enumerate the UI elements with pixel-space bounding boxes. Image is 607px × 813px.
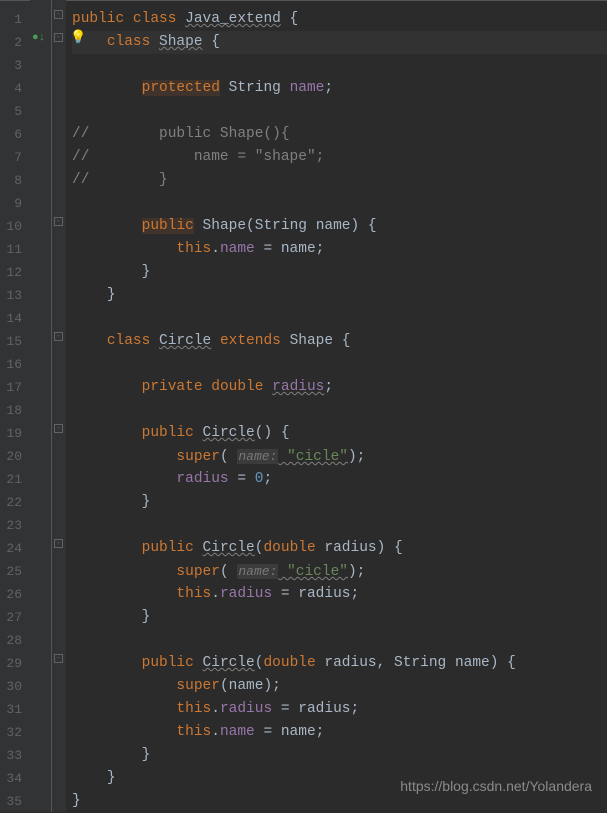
- code-line[interactable]: public class Java_extend {: [72, 8, 607, 31]
- code-editor[interactable]: 1 2 3 4 5 6 7 8 9 10 11 12 13 14 15 16 1…: [0, 0, 607, 812]
- line-number: 20: [0, 445, 30, 468]
- code-line[interactable]: this.radius = radius;: [72, 583, 607, 606]
- code-line[interactable]: // name = "shape";: [72, 146, 607, 169]
- code-line[interactable]: super( name: "cicle");: [72, 560, 607, 583]
- code-line[interactable]: // }: [72, 169, 607, 192]
- code-line[interactable]: [72, 353, 607, 376]
- fold-toggle-icon[interactable]: -: [54, 539, 63, 548]
- line-number: 21: [0, 468, 30, 491]
- fold-gutter: - - - - - - -: [52, 0, 66, 812]
- code-line[interactable]: }: [72, 744, 607, 767]
- line-number: 11: [0, 238, 30, 261]
- code-line[interactable]: radius = 0;: [72, 468, 607, 491]
- fold-toggle-icon[interactable]: -: [54, 217, 63, 226]
- code-line[interactable]: }: [72, 284, 607, 307]
- line-number: 2: [0, 31, 30, 54]
- line-number: 3: [0, 54, 30, 77]
- line-number: 7: [0, 146, 30, 169]
- run-gutter-icon[interactable]: ●↓: [32, 32, 45, 44]
- line-number: 5: [0, 100, 30, 123]
- line-number: 18: [0, 399, 30, 422]
- code-line[interactable]: // public Shape(){: [72, 123, 607, 146]
- code-line[interactable]: }: [72, 491, 607, 514]
- line-number: 31: [0, 698, 30, 721]
- line-number: 33: [0, 744, 30, 767]
- line-number: 9: [0, 192, 30, 215]
- line-number-gutter: 1 2 3 4 5 6 7 8 9 10 11 12 13 14 15 16 1…: [0, 0, 30, 812]
- line-number: 28: [0, 629, 30, 652]
- code-line[interactable]: [72, 399, 607, 422]
- lightbulb-icon[interactable]: 💡: [70, 30, 86, 45]
- code-line[interactable]: }: [72, 606, 607, 629]
- watermark-text: https://blog.csdn.net/Yolandera: [400, 778, 592, 794]
- code-line[interactable]: }: [72, 261, 607, 284]
- line-number: 14: [0, 307, 30, 330]
- line-number: 19: [0, 422, 30, 445]
- code-line[interactable]: this.name = name;: [72, 721, 607, 744]
- line-number: 16: [0, 353, 30, 376]
- line-number: 10: [0, 215, 30, 238]
- fold-toggle-icon[interactable]: -: [54, 424, 63, 433]
- code-line[interactable]: [72, 100, 607, 123]
- line-number: 24: [0, 537, 30, 560]
- line-number: 27: [0, 606, 30, 629]
- line-number: 32: [0, 721, 30, 744]
- fold-toggle-icon[interactable]: -: [54, 33, 63, 42]
- code-line[interactable]: public Shape(String name) {: [72, 215, 607, 238]
- code-line[interactable]: public Circle(double radius, String name…: [72, 652, 607, 675]
- code-line[interactable]: this.radius = radius;: [72, 698, 607, 721]
- code-line[interactable]: class Shape {: [72, 31, 607, 54]
- fold-toggle-icon[interactable]: -: [54, 10, 63, 19]
- code-line[interactable]: public Circle(double radius) {: [72, 537, 607, 560]
- line-number: 30: [0, 675, 30, 698]
- code-line[interactable]: [72, 54, 607, 77]
- line-number: 13: [0, 284, 30, 307]
- code-line[interactable]: protected String name;: [72, 77, 607, 100]
- line-number: 15: [0, 330, 30, 353]
- line-number: 35: [0, 790, 30, 813]
- line-number: 25: [0, 560, 30, 583]
- code-line[interactable]: super(name);: [72, 675, 607, 698]
- line-number: 12: [0, 261, 30, 284]
- code-line[interactable]: [72, 629, 607, 652]
- code-line[interactable]: private double radius;: [72, 376, 607, 399]
- line-number: 29: [0, 652, 30, 675]
- fold-toggle-icon[interactable]: -: [54, 332, 63, 341]
- gutter-icons: ●↓: [30, 0, 52, 812]
- code-line[interactable]: public Circle() {: [72, 422, 607, 445]
- code-line[interactable]: [72, 307, 607, 330]
- code-line[interactable]: this.name = name;: [72, 238, 607, 261]
- fold-toggle-icon[interactable]: -: [54, 654, 63, 663]
- line-number: 6: [0, 123, 30, 146]
- line-number: 34: [0, 767, 30, 790]
- line-number: 1: [0, 8, 30, 31]
- code-line[interactable]: super( name: "cicle");: [72, 445, 607, 468]
- code-line[interactable]: [72, 192, 607, 215]
- code-area[interactable]: 💡 public class Java_extend { class Shape…: [66, 0, 607, 812]
- line-number: 26: [0, 583, 30, 606]
- code-line[interactable]: [72, 514, 607, 537]
- line-number: 22: [0, 491, 30, 514]
- code-line[interactable]: class Circle extends Shape {: [72, 330, 607, 353]
- line-number: 17: [0, 376, 30, 399]
- line-number: 4: [0, 77, 30, 100]
- line-number: 8: [0, 169, 30, 192]
- line-number: 23: [0, 514, 30, 537]
